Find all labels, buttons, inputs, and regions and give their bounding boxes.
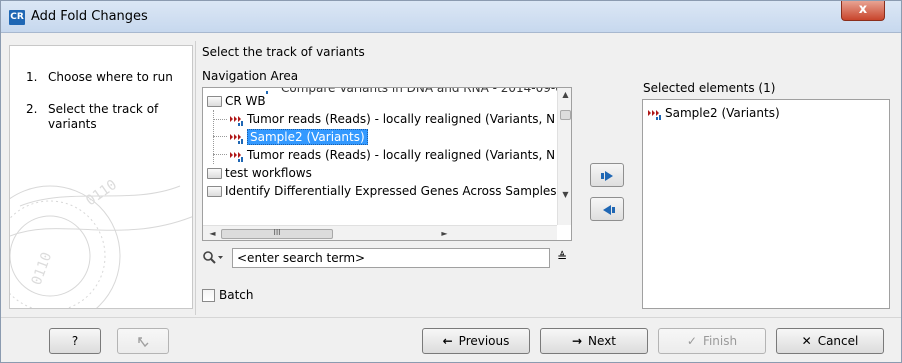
tree-item-tumor-reads-2[interactable]: Tumor reads (Reads) - locally realigned … [229, 146, 555, 164]
folder-icon [207, 186, 222, 197]
batch-checkbox[interactable] [202, 289, 215, 302]
previous-button[interactable]: ← Previous [422, 328, 530, 354]
step-label: Choose where to run [48, 70, 173, 84]
close-button[interactable]: x [841, 1, 885, 21]
tree-guide [213, 136, 227, 137]
step-1: 1. Choose where to run [26, 70, 173, 84]
folder-open-icon [207, 96, 222, 107]
close-icon: x [858, 2, 868, 17]
tree-row-partial[interactable]: Compare Variants in DNA and RNA - 2014-0… [263, 87, 563, 97]
close-icon: ✕ [801, 334, 812, 348]
dialog-window: CR Add Fold Changes x 1. Choose where to … [0, 0, 902, 363]
scrollbar-thumb[interactable]: III [221, 229, 333, 239]
batch-label: Batch [219, 288, 254, 302]
variant-track-icon [648, 109, 661, 120]
restore-icon [138, 336, 149, 347]
app-icon: CR [9, 10, 25, 25]
next-button[interactable]: → Next [540, 328, 648, 354]
cancel-label: Cancel [817, 334, 859, 348]
navigation-tree[interactable]: Compare Variants in DNA and RNA - 2014-0… [202, 87, 572, 241]
tree-row-label: Identify Differentially Expressed Genes … [225, 184, 557, 198]
footer-divider [1, 317, 901, 318]
variant-track-icon [230, 151, 243, 162]
scroll-left-icon[interactable]: ◄ [205, 229, 220, 238]
help-icon: ? [71, 334, 79, 348]
window-title: Add Fold Changes [31, 9, 148, 24]
arrow-right-icon: → [571, 334, 583, 348]
tree-item-sample2[interactable]: Sample2 (Variants) [229, 128, 368, 146]
cancel-button[interactable]: ✕ Cancel [776, 328, 884, 354]
search-input[interactable] [232, 248, 550, 268]
next-label: Next [588, 334, 617, 348]
step-label: Select the track of variants [48, 102, 159, 131]
finish-button[interactable]: ✓ Finish [658, 328, 766, 354]
search-icon [203, 251, 223, 264]
step-number: 1. [26, 70, 38, 84]
tree-row-label: CR WB [225, 94, 266, 108]
selected-elements-label: Selected elements (1) [643, 81, 776, 95]
tree-guide [213, 154, 227, 155]
scroll-right-icon[interactable]: ► [437, 229, 452, 238]
previous-label: Previous [458, 334, 510, 348]
step-2: 2. Select the track of variants [26, 102, 178, 132]
tree-item-tumor-reads-1[interactable]: Tumor reads (Reads) - locally realigned … [229, 110, 555, 128]
scrollbar-thumb[interactable] [560, 110, 571, 120]
tree-item-cr-wb[interactable]: CR WB [207, 92, 266, 110]
tree-row-label: Compare Variants in DNA and RNA - 2014-0… [281, 87, 563, 95]
search-options-button[interactable] [202, 250, 228, 266]
watermark-graphic: 0110 0110 [10, 177, 192, 308]
selected-elements-list[interactable]: Sample2 (Variants) [642, 99, 890, 309]
tree-row-label-selected: Sample2 (Variants) [247, 129, 368, 145]
svg-text:0110: 0110 [29, 250, 56, 287]
dialog-content: 1. Choose where to run 2. Select the track… [7, 41, 895, 315]
selected-item[interactable]: Sample2 (Variants) [647, 104, 780, 122]
tree-item-test-workflows[interactable]: test workflows [207, 164, 312, 182]
arrow-right-icon [601, 171, 613, 181]
step-number: 2. [26, 102, 38, 116]
variant-track-icon [230, 133, 243, 144]
tree-horizontal-scrollbar[interactable]: ◄ III ► [203, 225, 557, 240]
add-to-selected-button[interactable] [590, 163, 624, 187]
variant-track-icon [230, 115, 243, 126]
tree-vertical-scrollbar[interactable]: ▲ ▼ [557, 88, 571, 225]
navigation-area-label: Navigation Area [202, 69, 299, 83]
help-button[interactable]: ? [49, 328, 101, 354]
scroll-down-icon[interactable]: ▼ [558, 190, 571, 199]
folder-icon [207, 168, 222, 179]
section-title: Select the track of variants [202, 45, 365, 59]
tree-row-label: Tumor reads (Reads) - locally realigned … [247, 148, 556, 162]
svg-text:0110: 0110 [83, 177, 120, 209]
tree-row-label: Tumor reads (Reads) - locally realigned … [247, 112, 556, 126]
restore-defaults-button[interactable] [117, 328, 169, 354]
arrow-left-icon [603, 205, 615, 215]
tree-row-label: test workflows [225, 166, 312, 180]
arrow-left-icon: ← [442, 334, 453, 348]
search-menu-icon[interactable]: ≜ [554, 250, 570, 266]
selected-item-label: Sample2 (Variants) [665, 106, 780, 120]
tree-guide [213, 119, 227, 120]
title-bar[interactable]: CR Add Fold Changes x [1, 1, 901, 33]
tree-item-identify-genes[interactable]: Identify Differentially Expressed Genes … [207, 182, 557, 200]
scroll-up-icon[interactable]: ▲ [558, 90, 571, 99]
main-panel: Select the track of variants Navigation … [195, 41, 891, 315]
remove-from-selected-button[interactable] [590, 197, 624, 221]
finish-label: Finish [702, 334, 738, 348]
search-row: ≜ [202, 248, 572, 268]
checkmark-icon: ✓ [686, 334, 697, 348]
wizard-steps-panel: 1. Choose where to run 2. Select the track… [9, 45, 193, 309]
batch-checkbox-row[interactable]: Batch [202, 288, 254, 304]
